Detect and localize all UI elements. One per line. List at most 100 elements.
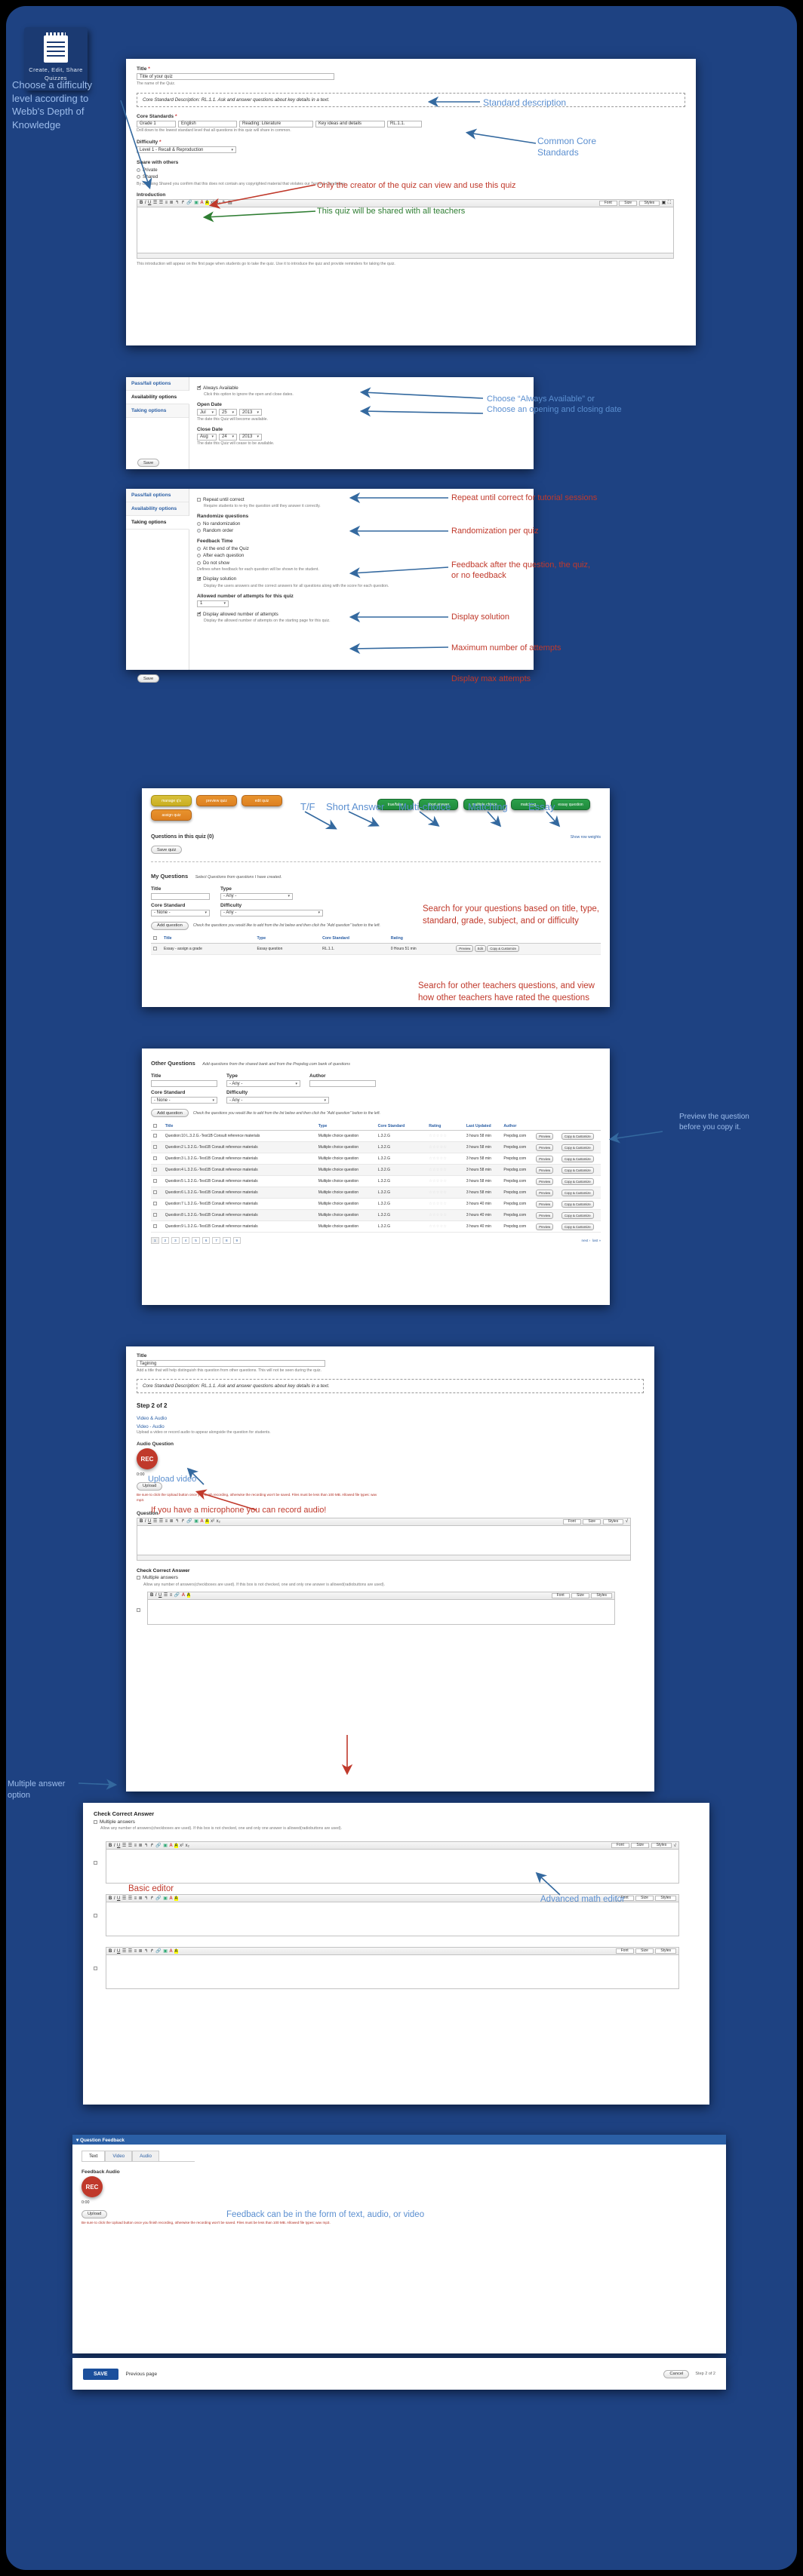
styles-select[interactable]: Styles: [602, 1518, 624, 1524]
question-editor-area[interactable]: [137, 1524, 631, 1555]
align-center-icon[interactable]: ☰: [128, 1896, 132, 1901]
bullet-list-icon[interactable]: ≡: [134, 1844, 137, 1848]
superscript-icon[interactable]: x²: [180, 1844, 183, 1848]
table-row[interactable]: Question:4 L.3.2.G.-Test1B Consult refer…: [151, 1164, 601, 1176]
row-preview-button[interactable]: Preview: [536, 1189, 554, 1196]
answer-1-toolbar[interactable]: B I U ☰ ☰ ≡ ≣ ↰ ↱ 🔗 ▣ A A x² x₂ Font Siz…: [106, 1841, 679, 1849]
font-select[interactable]: Font: [562, 1518, 581, 1524]
introduction-editor-toolbar[interactable]: B I U ☰ ☰ ≡ ≣ ↰ ↱ 🔗 ▣ A A x² x₂ ✎ ▤ Font…: [137, 198, 674, 207]
underline-icon[interactable]: U: [158, 1593, 162, 1598]
feedback-none-option[interactable]: Do not show: [197, 560, 526, 566]
true-false-button[interactable]: true/false: [377, 799, 414, 810]
bold-icon[interactable]: B: [109, 1949, 112, 1954]
table-row[interactable]: Question:8 L.3.2.G.-Test1B Consult refer…: [151, 1209, 601, 1221]
oq-filter-type-select[interactable]: - Any -: [226, 1080, 300, 1087]
row-copy-button[interactable]: Copy & Customize: [561, 1211, 594, 1219]
link-icon[interactable]: 🔗: [174, 1593, 180, 1598]
multiple-choice-button[interactable]: multiple choice: [463, 799, 506, 810]
font-select[interactable]: Font: [615, 1948, 634, 1954]
answer-2-correct-checkbox[interactable]: [94, 1914, 97, 1917]
page-8[interactable]: 8: [222, 1237, 231, 1244]
align-left-icon[interactable]: ☰: [153, 1519, 157, 1524]
italic-icon[interactable]: I: [145, 1519, 146, 1524]
open-date-month[interactable]: Jul: [197, 409, 217, 416]
oq-add-question-button[interactable]: Add question: [151, 1109, 189, 1117]
styles-select[interactable]: Styles: [591, 1592, 612, 1598]
page-2[interactable]: 2: [161, 1237, 170, 1244]
assign-quiz-button[interactable]: assign quiz: [151, 809, 192, 821]
row-title[interactable]: Question:7 L.3.2.G.-Test1B Consult refer…: [162, 1198, 316, 1210]
subscript-icon[interactable]: x₂: [186, 1844, 189, 1848]
row-checkbox[interactable]: [153, 1224, 157, 1228]
collapse-icon[interactable]: ▾: [76, 2138, 78, 2143]
align-center-icon[interactable]: ☰: [128, 1949, 132, 1954]
font-select[interactable]: Font: [598, 200, 617, 206]
link-icon[interactable]: 🔗: [155, 1949, 161, 1954]
table-row[interactable]: Question:5 L.3.2.G.-Test1B Consult refer…: [151, 1175, 601, 1187]
align-left-icon[interactable]: ☰: [122, 1896, 126, 1901]
answer-editor-area[interactable]: [147, 1598, 615, 1625]
q-title-input[interactable]: Tagining: [137, 1360, 325, 1367]
row-checkbox[interactable]: [153, 1213, 157, 1217]
radio-feedback-end[interactable]: [197, 546, 201, 551]
row-rating[interactable]: ☆☆☆☆☆: [426, 1164, 464, 1176]
introduction-editor-area[interactable]: [137, 206, 674, 253]
align-center-icon[interactable]: ☰: [128, 1844, 132, 1848]
row-rating[interactable]: ☆☆☆☆☆: [426, 1187, 464, 1199]
core-standard-code[interactable]: RL.1.1.: [387, 120, 422, 127]
highlight-icon[interactable]: A: [174, 1843, 178, 1848]
text-color-icon[interactable]: A: [169, 1949, 172, 1954]
font-select[interactable]: Font: [611, 1843, 629, 1848]
randomize-random-option[interactable]: Random order: [197, 528, 526, 533]
answer-3-toolbar[interactable]: B I U ☰ ☰ ≡ ≣ ↰ ↱ 🔗 ▣ A A Font Size Styl…: [106, 1947, 679, 1954]
display-solution-option[interactable]: Display solution: [197, 576, 526, 582]
show-row-weights-link[interactable]: Show row weights: [571, 835, 601, 840]
row-preview-button[interactable]: Preview: [536, 1177, 554, 1185]
image-icon[interactable]: ▣: [194, 201, 198, 205]
answers-multiple-option[interactable]: Multiple answers: [94, 1819, 699, 1825]
row-rating[interactable]: ☆☆☆☆☆: [426, 1209, 464, 1221]
row-checkbox[interactable]: [153, 1168, 157, 1171]
row-edit-button[interactable]: Edit: [474, 945, 486, 952]
row-rating[interactable]: ☆☆☆☆☆: [426, 1153, 464, 1165]
row-preview-button[interactable]: Preview: [536, 1155, 554, 1162]
row-copy-button[interactable]: Copy & Customize: [561, 1144, 594, 1151]
oq-filter-difficulty-select[interactable]: - Any -: [226, 1097, 329, 1104]
size-select[interactable]: Size: [619, 200, 637, 206]
size-select[interactable]: Size: [635, 1896, 654, 1901]
short-answer-button[interactable]: short answer: [419, 799, 458, 810]
italic-icon[interactable]: I: [114, 1844, 115, 1848]
superscript-icon[interactable]: x²: [211, 201, 214, 205]
font-select[interactable]: Font: [551, 1592, 570, 1598]
tab-feedback-video[interactable]: Video: [105, 2151, 133, 2161]
bold-icon[interactable]: B: [109, 1844, 112, 1848]
save-button[interactable]: SAVE: [83, 2368, 118, 2380]
redo-icon[interactable]: ↱: [150, 1896, 154, 1901]
row-preview-button[interactable]: Preview: [536, 1144, 554, 1151]
align-left-icon[interactable]: ☰: [153, 201, 157, 205]
underline-icon[interactable]: U: [148, 1519, 151, 1524]
checkbox-multiple-answers-2[interactable]: [94, 1819, 97, 1824]
filter-difficulty-select[interactable]: - Any -: [220, 909, 323, 916]
manage-questions-button[interactable]: manage q's: [151, 795, 192, 806]
feedback-end-option[interactable]: At the end of the Quiz: [197, 546, 526, 551]
answer-1-area[interactable]: [106, 1849, 679, 1884]
undo-icon[interactable]: ↰: [144, 1949, 148, 1954]
eraser-icon[interactable]: ✎: [222, 201, 226, 205]
number-list-icon[interactable]: ≣: [139, 1844, 143, 1848]
underline-icon[interactable]: U: [117, 1896, 120, 1901]
feedback-upload-button[interactable]: Upload: [82, 2209, 108, 2218]
core-standard-cluster[interactable]: Key ideas and details: [315, 120, 385, 127]
multiple-answers-option[interactable]: Multiple answers: [137, 1575, 644, 1580]
tab-passfail-options-2[interactable]: Pass/fail options: [126, 489, 189, 502]
source-icon[interactable]: ▣: [662, 201, 666, 205]
align-center-icon[interactable]: ☰: [159, 201, 163, 205]
row-checkbox[interactable]: [153, 1202, 157, 1205]
answer-3-area[interactable]: [106, 1954, 679, 1989]
edit-quiz-button[interactable]: edit quiz: [242, 795, 282, 806]
row-copy-button[interactable]: Copy & Customize: [561, 1155, 594, 1162]
undo-icon[interactable]: ↰: [144, 1844, 148, 1848]
row-rating[interactable]: ☆☆☆☆☆: [426, 1198, 464, 1210]
core-standard-grade[interactable]: Grade 1: [137, 120, 176, 127]
row-checkbox[interactable]: [153, 1156, 157, 1160]
